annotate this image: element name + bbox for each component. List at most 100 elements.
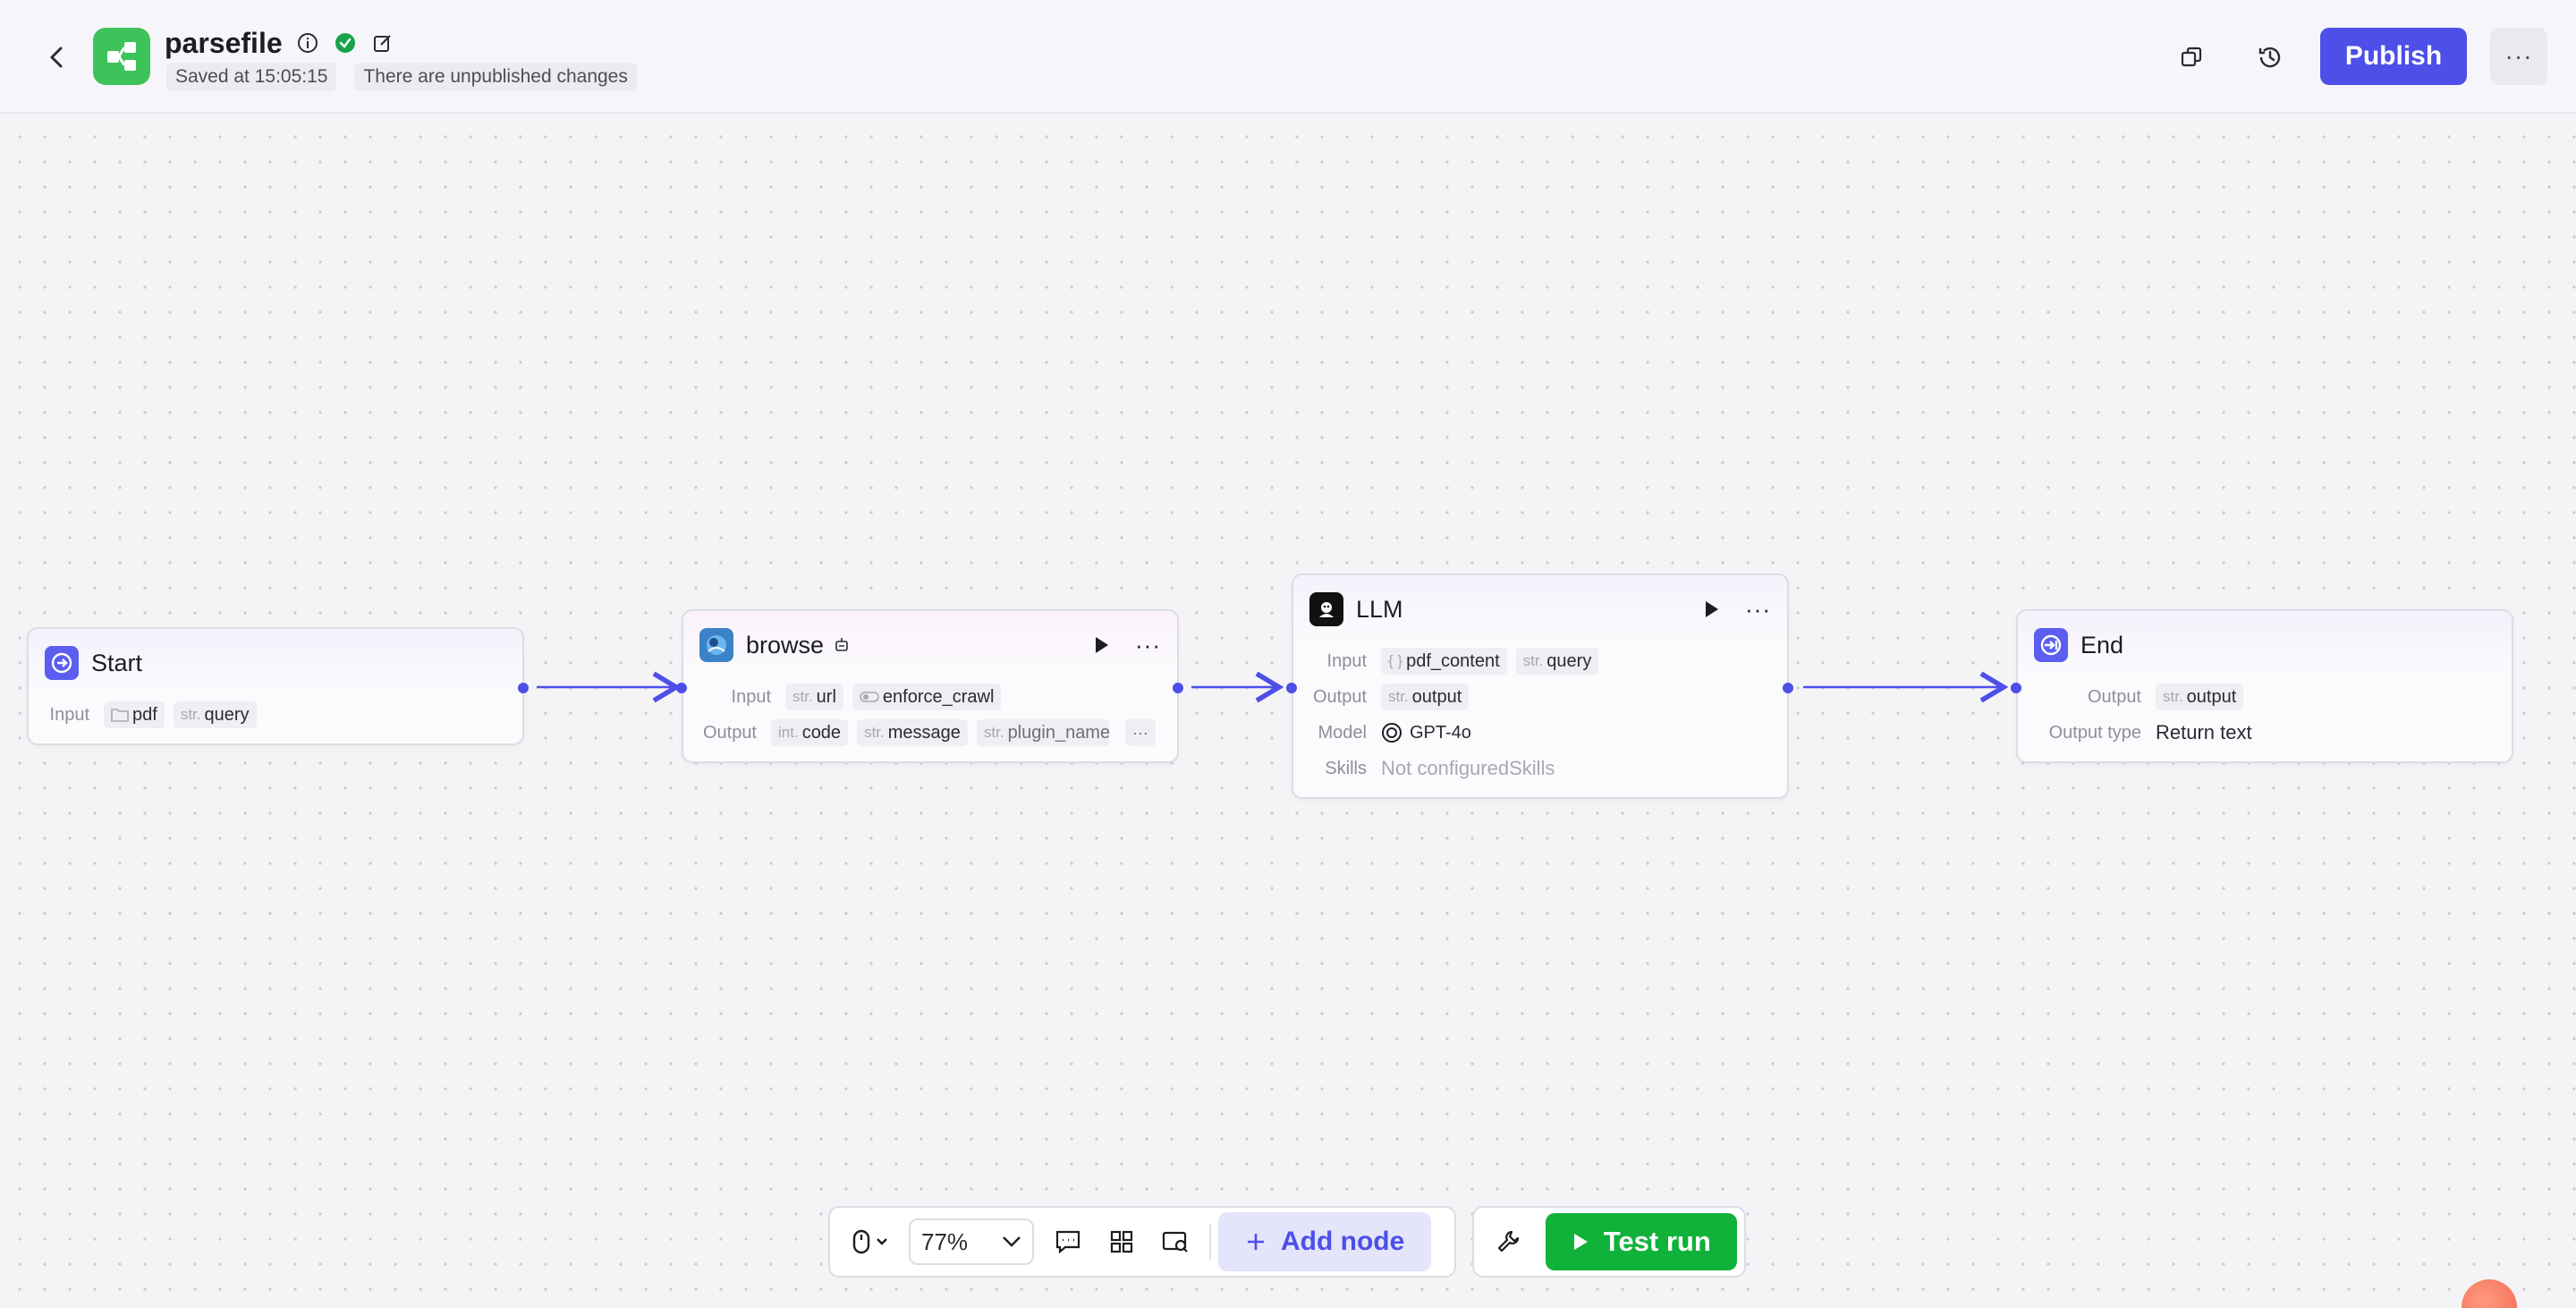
param-tag: int. code [771, 719, 849, 746]
more-icon: ··· [2504, 42, 2533, 70]
model-name: GPT-4o [1410, 722, 1471, 743]
port-llm-in[interactable] [1286, 683, 1297, 693]
history-icon [2258, 47, 2281, 68]
param-tag: str. output [2156, 684, 2244, 710]
param-tag: str. query [1515, 648, 1599, 675]
toolbar-divider [1209, 1224, 1211, 1260]
more-outputs-tag[interactable]: ··· [1124, 719, 1156, 746]
param-tag: { } pdf_content [1381, 648, 1507, 675]
node-header: LLM ··· [1293, 575, 1787, 643]
play-icon[interactable] [1092, 635, 1110, 655]
node-title: Start [91, 649, 143, 676]
back-button[interactable] [39, 39, 75, 75]
top-bar: parsefile Saved at 15:05:15 There are un… [0, 0, 2576, 114]
param-tag: str. message [857, 719, 968, 746]
node-header: End [2018, 611, 2512, 679]
mouse-icon [852, 1229, 887, 1254]
workflow-title: parsefile [165, 26, 283, 59]
llm-icon [1309, 592, 1343, 626]
param-tag: str. output [1381, 684, 1470, 710]
node-title: browse [746, 631, 825, 658]
history-button[interactable] [2250, 38, 2290, 77]
port-llm-out[interactable] [1783, 683, 1793, 693]
input-row: Input str. url enforce_crawl [683, 679, 1177, 715]
info-icon[interactable] [295, 30, 320, 55]
model-row: Model GPT-4o [1293, 715, 1787, 751]
row-label: Model [1318, 722, 1367, 743]
comment-icon [1055, 1230, 1080, 1254]
check-circle-icon [333, 30, 358, 55]
param-tag: str. plugin_name [976, 719, 1109, 746]
grid-icon [1110, 1230, 1133, 1253]
minimap-icon [1162, 1231, 1188, 1253]
minimap-button[interactable] [1148, 1215, 1202, 1269]
layout-button[interactable] [1095, 1215, 1148, 1269]
row-label: Output [2087, 686, 2141, 707]
workflow-canvas[interactable]: Start Input pdf str. query browse ··· Inp… [0, 115, 2576, 1308]
workflow-icon [93, 28, 150, 85]
chevron-down-icon [1003, 1236, 1021, 1247]
node-end[interactable]: End Output str. output Output type Return… [2016, 609, 2513, 763]
test-run-label: Test run [1603, 1226, 1711, 1257]
param-tag: enforce_crawl [852, 684, 1002, 710]
edit-icon[interactable] [370, 30, 395, 55]
port-browse-out[interactable] [1173, 683, 1183, 693]
more-options-button[interactable]: ··· [2490, 28, 2547, 85]
publish-button[interactable]: Publish [2320, 28, 2467, 85]
node-header: browse ··· [683, 611, 1177, 679]
comment-button[interactable] [1041, 1215, 1095, 1269]
row-label: Output type [2048, 722, 2141, 743]
folder-icon [111, 709, 129, 722]
unpublished-status: There are unpublished changes [354, 63, 637, 91]
interaction-mode-button[interactable] [839, 1215, 903, 1269]
node-title: LLM [1356, 595, 1403, 623]
row-label: Input [1326, 650, 1367, 671]
node-browse[interactable]: browse ··· Input str. url enforce_crawl O… [682, 609, 1179, 763]
row-label: Output [1312, 686, 1367, 707]
param-tag: str. url [785, 684, 843, 710]
add-node-button[interactable]: Add node [1218, 1212, 1432, 1271]
row-label: Skills [1325, 758, 1367, 778]
start-icon [45, 646, 79, 680]
skills-row: Skills Not configuredSkills [1293, 751, 1787, 786]
saved-status: Saved at 15:05:15 [166, 63, 337, 91]
wrench-icon [1497, 1230, 1519, 1253]
row-label: Input [49, 704, 89, 725]
status-row: Saved at 15:05:15 There are unpublished … [166, 63, 637, 91]
node-llm[interactable]: LLM ··· Input { } pdf_content str. query O… [1292, 573, 1789, 799]
title-row: parsefile [165, 25, 395, 61]
output-row: Output int. code str. message str. plugin_n… [683, 715, 1177, 751]
play-icon[interactable] [1702, 599, 1720, 619]
node-start[interactable]: Start Input pdf str. query [27, 627, 524, 745]
copy-icon [2181, 47, 2202, 67]
input-row: Input pdf str. query [29, 697, 522, 733]
input-row: Input { } pdf_content str. query [1293, 643, 1787, 679]
output-row: Output str. output [1293, 679, 1787, 715]
port-start-out[interactable] [518, 683, 529, 693]
more-icon[interactable]: ··· [1745, 596, 1771, 624]
row-label: Input [731, 686, 771, 707]
zoom-select[interactable]: 77% [909, 1219, 1034, 1265]
skills-value: Not configuredSkills [1381, 757, 1555, 779]
test-run-button[interactable]: Test run [1545, 1213, 1737, 1270]
output-type-value: Return text [2156, 721, 2252, 743]
browse-plugin-icon [699, 628, 733, 662]
row-label: Output [702, 722, 757, 743]
openai-icon [1382, 723, 1402, 743]
debug-tools-button[interactable] [1481, 1215, 1535, 1269]
node-title: End [2080, 631, 2124, 658]
add-node-label: Add node [1281, 1227, 1405, 1256]
port-end-in[interactable] [2011, 683, 2021, 693]
end-icon [2034, 628, 2068, 662]
robot-badge-icon [835, 638, 848, 651]
port-browse-in[interactable] [676, 683, 687, 693]
play-icon [1573, 1234, 1588, 1250]
output-type-row: Output type Return text [2018, 715, 2512, 751]
run-toolbar: Test run [1472, 1206, 1746, 1278]
node-header: Start [29, 629, 522, 697]
back-icon [50, 47, 63, 68]
output-row: Output str. output [2018, 679, 2512, 715]
more-icon[interactable]: ··· [1135, 632, 1161, 659]
canvas-toolbar: 77% Add node [828, 1206, 1456, 1278]
copy-button[interactable] [2172, 38, 2211, 77]
